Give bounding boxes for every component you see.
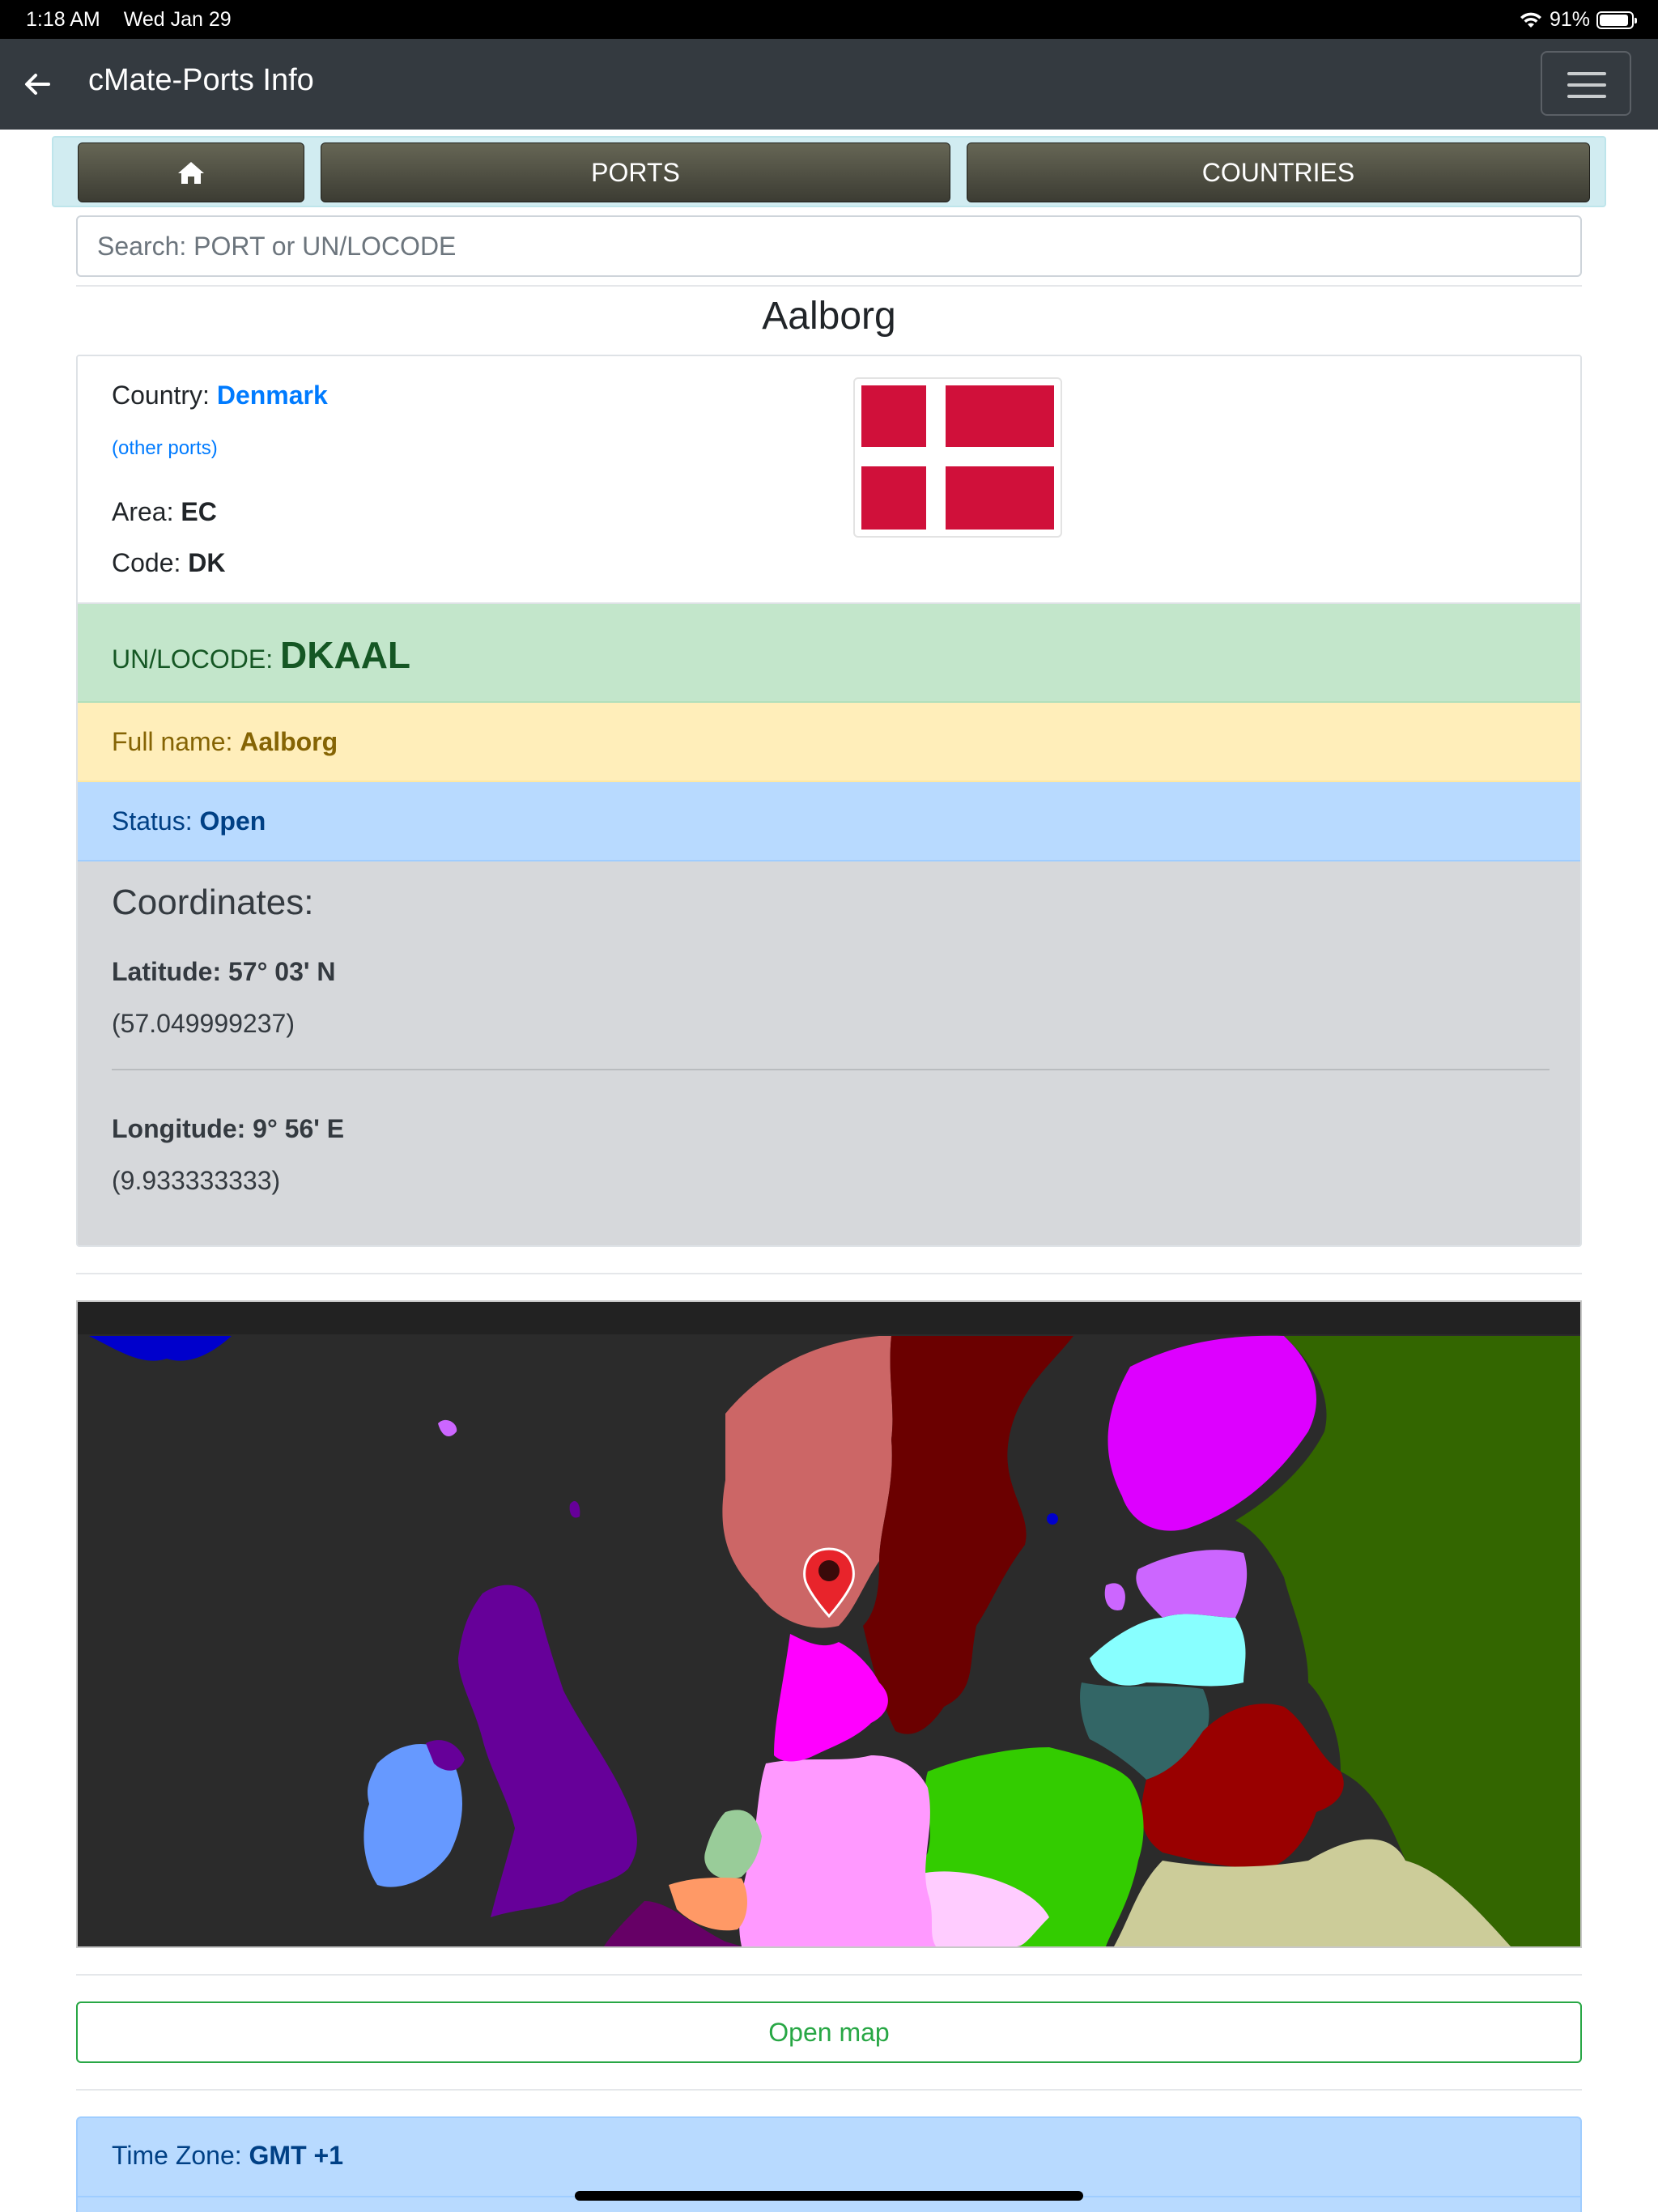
- latitude-decimal: (57.049999237): [112, 1009, 295, 1038]
- country-info-row: Country: Denmark (other ports) Area: EC …: [78, 356, 1580, 604]
- map-region: [1136, 1550, 1248, 1618]
- divider: [76, 1273, 1582, 1274]
- menu-button[interactable]: [1541, 51, 1631, 116]
- coordinates-section: Coordinates: Latitude: 57° 03' N (57.049…: [78, 861, 1580, 1245]
- battery-icon: [1596, 11, 1637, 29]
- status-time: 1:18 AM: [26, 8, 100, 31]
- unlocode-label: UN/LOCODE:: [112, 644, 274, 674]
- area-value: EC: [181, 497, 217, 526]
- arrow-left-icon[interactable]: [21, 68, 53, 100]
- divider: [76, 1974, 1582, 1976]
- map-region: [863, 1336, 1073, 1734]
- timezone-value: GMT +1: [249, 2141, 343, 2170]
- code-label: Code:: [112, 548, 181, 577]
- flag-icon: [861, 385, 1054, 530]
- app-navbar: cMate-Ports Info: [0, 39, 1658, 130]
- port-details-card: Country: Denmark (other ports) Area: EC …: [76, 355, 1582, 1247]
- code-value: DK: [188, 548, 226, 577]
- battery-level: [1600, 14, 1628, 26]
- divider: [76, 2089, 1582, 2091]
- country-label: Country:: [112, 381, 210, 410]
- status-value: Open: [199, 806, 266, 836]
- map-region: [739, 1755, 936, 1946]
- app-title: cMate-Ports Info: [88, 63, 314, 97]
- longitude-text: Longitude: 9° 56' E: [112, 1114, 345, 1143]
- fullname-row: Full name: Aalborg: [78, 703, 1580, 782]
- longitude-decimal: (9.933333333): [112, 1166, 281, 1195]
- ports-button[interactable]: PORTS: [321, 143, 950, 202]
- open-map-button[interactable]: Open map: [76, 2001, 1582, 2063]
- denmark-flag: [853, 377, 1062, 538]
- battery-percentage: 91%: [1549, 8, 1590, 31]
- port-map[interactable]: [76, 1300, 1582, 1948]
- map-region: [1104, 1583, 1125, 1610]
- fullname-label: Full name:: [112, 727, 233, 756]
- page-title: Aalborg: [762, 295, 896, 338]
- coordinates-heading: Coordinates:: [112, 883, 314, 922]
- status-bar: 1:18 AM Wed Jan 29 91%: [0, 0, 1658, 39]
- fullname-value: Aalborg: [240, 727, 338, 756]
- map-region: [1047, 1513, 1058, 1525]
- hamburger-icon: [1567, 72, 1606, 75]
- search-input[interactable]: [76, 215, 1582, 277]
- wifi-icon: [1520, 12, 1541, 28]
- unlocode-row: UN/LOCODE: DKAAL: [78, 604, 1580, 703]
- country-link[interactable]: Denmark: [217, 381, 328, 410]
- countries-button[interactable]: COUNTRIES: [967, 143, 1590, 202]
- map-region: [458, 1585, 637, 1917]
- map-region: [569, 1500, 580, 1518]
- home-button[interactable]: [78, 143, 304, 202]
- map-canvas: [78, 1302, 1580, 1946]
- home-indicator: [575, 2191, 1083, 2201]
- timezone-label: Time Zone:: [112, 2141, 242, 2170]
- top-nav: PORTS COUNTRIES: [52, 136, 1606, 207]
- status-date: Wed Jan 29: [123, 8, 232, 31]
- status-label: Status:: [112, 806, 193, 836]
- area-label: Area:: [112, 497, 174, 526]
- other-ports-link[interactable]: (other ports): [112, 437, 218, 460]
- latitude-text: Latitude: 57° 03' N: [112, 957, 336, 986]
- map-region: [1090, 1614, 1246, 1687]
- divider: [76, 285, 1582, 287]
- coordinates-divider: [112, 1069, 1550, 1070]
- map-region: [89, 1336, 232, 1361]
- unlocode-value: DKAAL: [280, 634, 411, 676]
- home-icon: [178, 162, 204, 184]
- status-row: Status: Open: [78, 782, 1580, 861]
- map-region: [438, 1419, 457, 1436]
